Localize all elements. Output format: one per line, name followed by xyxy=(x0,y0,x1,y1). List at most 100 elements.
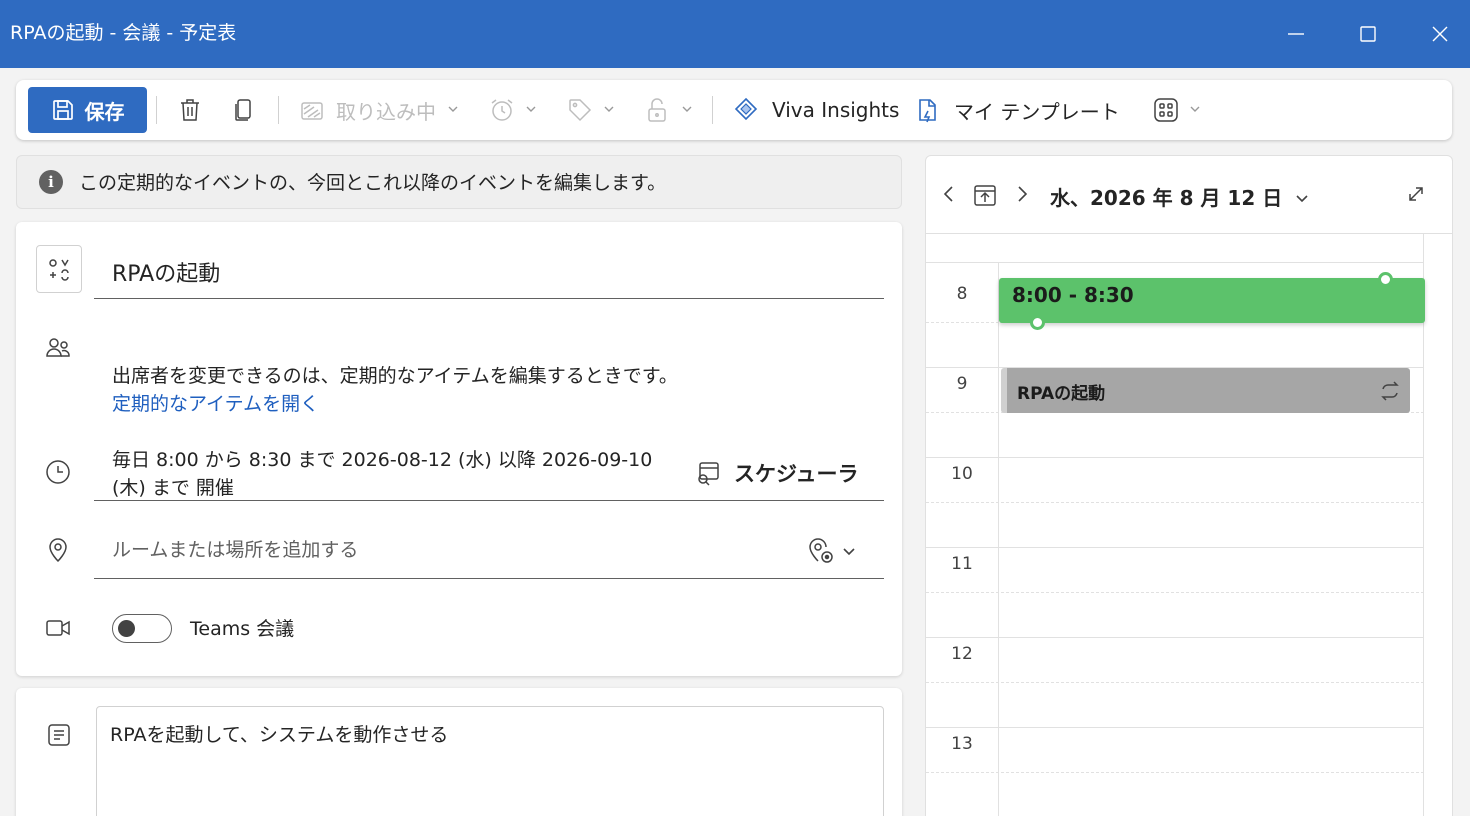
teams-meeting-label: Teams 会議 xyxy=(190,618,295,640)
grid-line xyxy=(926,637,1424,638)
viva-insights-button[interactable]: Viva Insights xyxy=(732,96,899,124)
grid-line xyxy=(926,727,1424,728)
hour-label: 12 xyxy=(951,644,973,664)
viva-insights-label: Viva Insights xyxy=(772,98,900,122)
recurrence-text-line2[interactable]: (木) まで 開催 xyxy=(112,474,234,502)
info-bar-text: この定期的なイベントの、今回とこれ以降のイベントを編集します。 xyxy=(79,172,667,194)
scheduler-label: スケジューラ xyxy=(734,462,859,486)
toggle-knob xyxy=(118,620,135,637)
scheduler-button[interactable]: スケジューラ xyxy=(694,458,859,488)
ribbon-toolbar: 保存 取り込み中 Viva Insights マイ テンプレート xyxy=(16,80,1452,140)
grid-line xyxy=(926,457,1424,458)
calendar-event-title: RPAの起動 xyxy=(1017,384,1106,404)
ribbon-divider xyxy=(156,96,157,124)
chevron-down-icon xyxy=(602,101,616,120)
attendees-icon xyxy=(44,334,72,366)
maximize-icon xyxy=(1360,26,1376,42)
busy-status-dropdown[interactable]: 取り込み中 xyxy=(298,96,460,125)
title-input[interactable]: RPAの起動 xyxy=(112,256,220,288)
chevron-down-icon xyxy=(524,101,538,120)
grid-line xyxy=(926,682,1424,683)
delete-button[interactable] xyxy=(176,96,204,124)
copy-button[interactable] xyxy=(230,96,258,124)
save-button[interactable]: 保存 xyxy=(28,87,147,133)
event-type-button[interactable] xyxy=(36,245,82,293)
categorize-dropdown[interactable] xyxy=(566,96,616,124)
private-dropdown[interactable] xyxy=(644,96,694,124)
chevron-down-icon xyxy=(446,101,460,120)
calendar-date-picker[interactable]: 水、2026 年 8 月 12 日 xyxy=(1050,182,1309,211)
maximize-button[interactable] xyxy=(1354,20,1382,48)
info-icon: i xyxy=(39,170,63,194)
minimize-button[interactable] xyxy=(1282,20,1310,48)
editing-event-block[interactable]: 8:00 - 8:30 xyxy=(999,272,1425,330)
recurrence-underline xyxy=(94,500,884,501)
teams-meeting-toggle[interactable] xyxy=(112,614,172,643)
template-icon xyxy=(919,98,936,122)
calendar-header: 水、2026 年 8 月 12 日 xyxy=(926,156,1452,234)
open-series-link[interactable]: 定期的なアイテムを開く xyxy=(112,390,319,418)
calendar-event-block[interactable]: RPAの起動 xyxy=(1001,368,1410,413)
apps-grid-icon xyxy=(1154,98,1178,122)
grid-line xyxy=(926,772,1424,773)
expand-icon xyxy=(1409,187,1423,201)
close-button[interactable] xyxy=(1426,20,1454,48)
chevron-down-icon xyxy=(680,101,694,120)
description-card: RPAを起動して、システムを動作させる xyxy=(16,688,902,816)
apps-dropdown[interactable] xyxy=(1152,96,1202,124)
recurring-icon xyxy=(1381,381,1399,401)
calendar-today-icon xyxy=(974,185,996,206)
busy-status-icon xyxy=(301,101,323,120)
go-to-today-button[interactable] xyxy=(972,182,998,212)
room-finder-dropdown[interactable] xyxy=(806,536,856,566)
window-title: RPAの起動 - 会議 - 予定表 xyxy=(10,22,237,44)
notes-icon xyxy=(46,722,72,752)
video-camera-icon xyxy=(44,614,72,646)
minimize-icon xyxy=(1288,33,1304,35)
description-editor[interactable]: RPAを起動して、システムを動作させる xyxy=(96,706,884,816)
previous-day-button[interactable] xyxy=(940,184,958,208)
trash-icon xyxy=(181,99,199,121)
chevron-right-icon xyxy=(1018,186,1028,202)
ribbon-divider xyxy=(712,96,713,124)
alarm-clock-icon xyxy=(491,99,513,121)
expand-calendar-button[interactable] xyxy=(1406,184,1426,208)
chevron-left-icon xyxy=(943,186,953,202)
room-finder-icon xyxy=(809,538,833,563)
hour-label: 9 xyxy=(956,374,968,394)
grid-line xyxy=(926,262,1424,263)
tag-icon xyxy=(569,99,592,122)
resize-handle-top[interactable] xyxy=(1378,272,1393,287)
location-input[interactable]: ルームまたは場所を追加する xyxy=(112,536,358,564)
editing-event-time: 8:00 - 8:30 xyxy=(1012,283,1134,307)
hour-gutter-divider xyxy=(998,262,999,816)
event-form: RPAの起動 出席者を変更できるのは、定期的なアイテムを編集するときです。 定期… xyxy=(16,222,902,676)
event-type-icon xyxy=(49,259,69,281)
hour-label: 13 xyxy=(951,734,973,754)
recurrence-text-line1[interactable]: 毎日 8:00 から 8:30 まで 2026-08-12 (水) 以降 202… xyxy=(112,446,652,474)
grid-line xyxy=(926,592,1424,593)
reminder-dropdown[interactable] xyxy=(488,96,538,124)
viva-insights-icon xyxy=(734,97,758,121)
ribbon-divider xyxy=(278,96,279,124)
chevron-down-icon xyxy=(1188,101,1202,120)
my-templates-button[interactable]: マイ テンプレート xyxy=(914,96,1120,125)
chevron-down-icon xyxy=(843,548,855,556)
next-day-button[interactable] xyxy=(1014,184,1032,208)
save-icon xyxy=(52,100,73,120)
description-text: RPAを起動して、システムを動作させる xyxy=(110,724,449,746)
close-icon xyxy=(1432,26,1448,42)
hour-label: 8 xyxy=(956,284,968,304)
clock-icon xyxy=(44,458,72,490)
save-label: 保存 xyxy=(84,99,125,124)
busy-status-label: 取り込み中 xyxy=(336,100,436,124)
grid-line xyxy=(926,547,1424,548)
attendees-notice: 出席者を変更できるのは、定期的なアイテムを編集するときです。 xyxy=(112,365,678,387)
chevron-down-icon xyxy=(1296,195,1308,203)
resize-handle-bottom[interactable] xyxy=(1030,315,1045,330)
grid-line xyxy=(926,502,1424,503)
hour-label: 10 xyxy=(951,464,973,484)
location-underline xyxy=(94,578,884,579)
my-templates-label: マイ テンプレート xyxy=(954,100,1120,124)
copy-icon xyxy=(235,99,251,121)
